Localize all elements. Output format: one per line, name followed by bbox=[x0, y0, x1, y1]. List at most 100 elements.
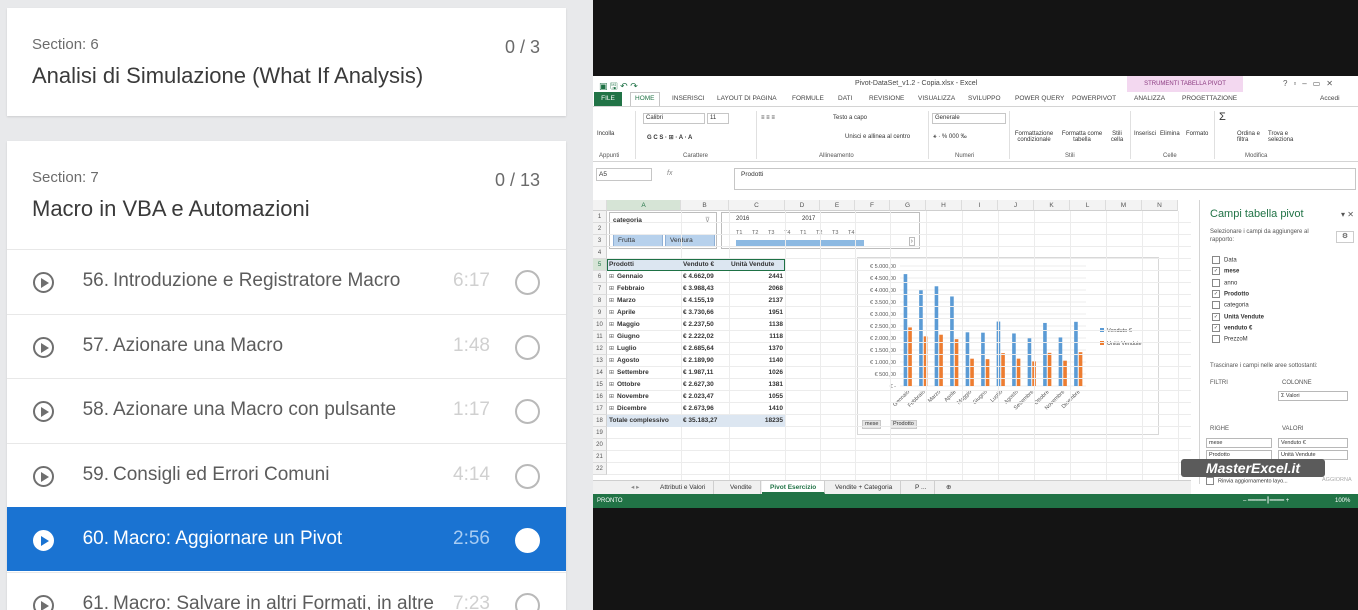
field-checkbox[interactable]: Unità Vendute bbox=[1212, 313, 1264, 321]
pivot-total-cell[interactable]: € 35.183,27 bbox=[683, 415, 727, 427]
pivot-row-label[interactable]: Aprile bbox=[609, 307, 679, 319]
chart-filter-mese[interactable]: mese bbox=[862, 420, 882, 429]
tab-file[interactable]: FILE bbox=[594, 92, 622, 106]
pivot-total-label[interactable]: Totale complessivo bbox=[609, 415, 679, 427]
play-icon[interactable] bbox=[33, 465, 54, 487]
pivot-cell[interactable]: € 2.673,96 bbox=[683, 403, 727, 415]
timeline-quarter[interactable]: T1 bbox=[800, 227, 806, 239]
timeline-quarter[interactable]: T4 bbox=[848, 227, 854, 239]
timeline-quarter[interactable]: T3 bbox=[832, 227, 838, 239]
pivot-row-label[interactable]: Giugno bbox=[609, 331, 679, 343]
tab-layout[interactable]: LAYOUT DI PAGINA bbox=[717, 95, 777, 102]
font-name-select[interactable]: Calibri bbox=[643, 113, 705, 124]
row-header[interactable]: 4 bbox=[593, 247, 607, 259]
column-header[interactable]: E bbox=[820, 200, 855, 211]
timeline-quarter[interactable]: T1 bbox=[736, 227, 742, 239]
row-header[interactable]: 8 bbox=[593, 295, 607, 307]
play-icon[interactable] bbox=[33, 594, 54, 610]
pivot-cell[interactable]: € 2.023,47 bbox=[683, 391, 727, 403]
pivot-header-cell[interactable]: Prodotti bbox=[609, 259, 679, 271]
column-header[interactable]: C bbox=[729, 200, 785, 211]
completion-circle-icon[interactable] bbox=[515, 334, 540, 360]
pivot-row-label[interactable]: Dicembre bbox=[609, 403, 679, 415]
pivot-row-label[interactable]: Settembre bbox=[609, 367, 679, 379]
play-icon[interactable] bbox=[33, 336, 54, 358]
name-box[interactable]: A5 bbox=[596, 168, 652, 181]
pivot-cell[interactable]: 1410 bbox=[731, 403, 783, 415]
sheet-tab[interactable]: P ... bbox=[907, 481, 936, 494]
wrap-text-button[interactable]: Testo a capo bbox=[833, 115, 867, 121]
pivot-cell[interactable]: 2137 bbox=[731, 295, 783, 307]
pivot-cell[interactable]: 1138 bbox=[731, 319, 783, 331]
sheet-tab-active[interactable]: Pivot Esercizio bbox=[762, 481, 826, 494]
rows-item-mese[interactable]: mese bbox=[1206, 438, 1272, 448]
pivot-row-label[interactable]: Novembre bbox=[609, 391, 679, 403]
cell-styles-button[interactable]: Stili cella bbox=[1107, 131, 1127, 143]
field-checkbox[interactable]: PrezzoM bbox=[1212, 335, 1248, 343]
row-header[interactable]: 17 bbox=[593, 403, 607, 415]
fx-icon[interactable]: fx bbox=[667, 170, 672, 177]
pivot-row-label[interactable]: Gennaio bbox=[609, 271, 679, 283]
column-header[interactable]: M bbox=[1106, 200, 1142, 211]
pivot-cell[interactable]: € 2.189,90 bbox=[683, 355, 727, 367]
lecture-item[interactable]: 57. Azionare una Macro 1:48 bbox=[7, 313, 566, 378]
pivot-cell[interactable]: 1026 bbox=[731, 367, 783, 379]
completion-circle-icon[interactable] bbox=[515, 270, 540, 295]
pivot-row-label[interactable]: Marzo bbox=[609, 295, 679, 307]
column-header[interactable]: B bbox=[681, 200, 729, 211]
pivot-cell[interactable]: 1381 bbox=[731, 379, 783, 391]
pivot-cell[interactable]: 1140 bbox=[731, 355, 783, 367]
column-header[interactable]: F bbox=[855, 200, 890, 211]
column-header[interactable]: J bbox=[998, 200, 1034, 211]
column-header[interactable]: N bbox=[1142, 200, 1178, 211]
font-size-select[interactable]: 11 bbox=[707, 113, 729, 124]
formula-input[interactable]: Prodotti bbox=[734, 168, 1356, 190]
tab-dati[interactable]: DATI bbox=[838, 95, 852, 102]
defer-update-checkbox[interactable]: Rinvia aggiornamento layo... bbox=[1206, 477, 1288, 485]
completion-circle-icon[interactable] bbox=[515, 592, 540, 610]
sheet-nav-arrows-icon[interactable]: ◂ ▸ bbox=[623, 481, 647, 494]
row-header[interactable]: 19 bbox=[593, 427, 607, 439]
column-header[interactable]: H bbox=[926, 200, 962, 211]
field-checkbox[interactable]: mese bbox=[1212, 267, 1239, 275]
row-header[interactable]: 16 bbox=[593, 391, 607, 403]
row-header[interactable]: 3 bbox=[593, 235, 607, 247]
autosum-icon[interactable]: Σ bbox=[1219, 111, 1226, 123]
category-slicer[interactable]: categoria ⊽ Frutta Verdura bbox=[609, 212, 717, 249]
pivot-cell[interactable]: € 2.685,64 bbox=[683, 343, 727, 355]
pivot-cell[interactable]: 1055 bbox=[731, 391, 783, 403]
pivot-cell[interactable]: € 3.988,43 bbox=[683, 283, 727, 295]
merge-center-button[interactable]: Unisci e allinea al centro bbox=[845, 134, 910, 140]
row-header[interactable]: 9 bbox=[593, 307, 607, 319]
sort-filter-button[interactable]: Ordina e filtra bbox=[1237, 131, 1265, 143]
completion-circle-icon[interactable] bbox=[515, 463, 540, 489]
pivot-cell[interactable]: 2441 bbox=[731, 271, 783, 283]
format-cells-button[interactable]: Formato bbox=[1186, 131, 1208, 137]
timeline-quarter[interactable]: T2 bbox=[752, 227, 758, 239]
number-buttons[interactable]: ⚹ · % 000 ‰ bbox=[933, 134, 967, 141]
pivot-header-cell[interactable]: Venduto € bbox=[683, 259, 727, 271]
pivot-cell[interactable]: € 4.662,09 bbox=[683, 271, 727, 283]
pivot-row-label[interactable]: Ottobre bbox=[609, 379, 679, 391]
conditional-format-button[interactable]: Formattazione condizionale bbox=[1011, 131, 1057, 143]
tab-home[interactable]: HOME bbox=[630, 92, 660, 106]
completion-circle-icon[interactable] bbox=[515, 399, 540, 424]
sheet-tab[interactable]: Attributi e Valori bbox=[652, 481, 715, 494]
pivot-row-label[interactable]: Maggio bbox=[609, 319, 679, 331]
tab-power-query[interactable]: POWER QUERY bbox=[1015, 95, 1064, 102]
completion-circle-icon[interactable] bbox=[515, 528, 540, 553]
align-icon[interactable]: ≡ ≡ ≡ bbox=[761, 115, 775, 121]
pane-settings-gear-icon[interactable]: ⚙ bbox=[1336, 231, 1354, 243]
format-table-button[interactable]: Formatta come tabella bbox=[1058, 131, 1106, 143]
sheet-tab[interactable]: Vendite + Categoria bbox=[827, 481, 902, 494]
play-icon[interactable] bbox=[33, 530, 54, 551]
row-header[interactable]: 7 bbox=[593, 283, 607, 295]
row-header[interactable]: 21 bbox=[593, 451, 607, 463]
tab-sviluppo[interactable]: SVILUPPO bbox=[968, 95, 1001, 102]
row-header[interactable]: 10 bbox=[593, 319, 607, 331]
timeline-scroll-right-icon[interactable]: › bbox=[908, 237, 915, 246]
update-button[interactable]: AGGIORNA bbox=[1322, 477, 1352, 483]
column-header[interactable]: L bbox=[1070, 200, 1106, 211]
play-icon[interactable] bbox=[33, 272, 54, 293]
column-header[interactable]: G bbox=[890, 200, 926, 211]
